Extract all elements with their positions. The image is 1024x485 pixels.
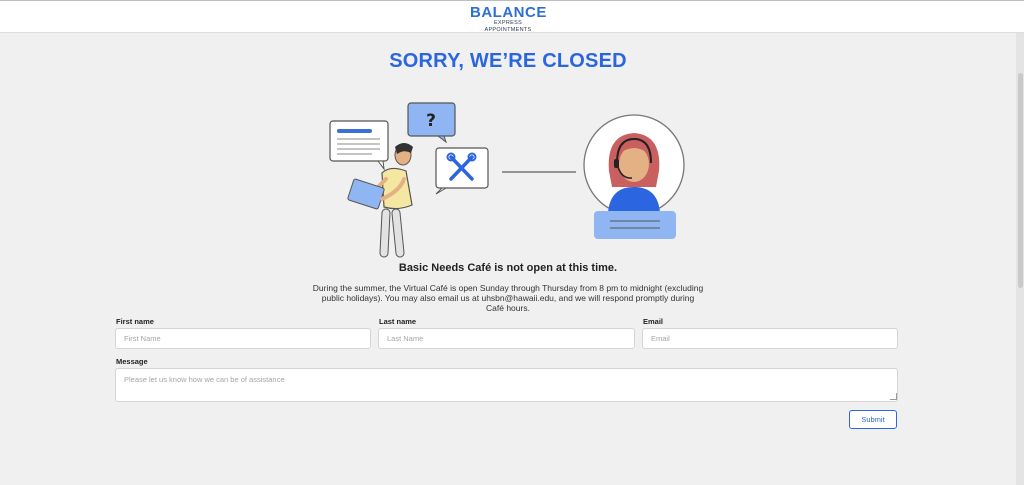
closed-notice-heading: Basic Needs Café is not open at this tim… <box>398 262 618 274</box>
first-name-label: First name <box>116 317 154 326</box>
submit-button[interactable]: Submit <box>849 410 897 429</box>
closed-illustration: ? <box>329 102 685 258</box>
page-scrollbar[interactable] <box>1016 33 1024 485</box>
tools-icon <box>435 147 489 195</box>
logo-tagline: EXPRESS APPOINTMENTS <box>484 20 532 33</box>
top-bar: BALANCE EXPRESS APPOINTMENTS <box>0 0 1024 33</box>
last-name-field[interactable] <box>378 328 635 349</box>
chat-bubble-icon <box>329 120 389 171</box>
balance-logo[interactable]: BALANCE EXPRESS APPOINTMENTS <box>470 5 546 34</box>
email-label: Email <box>643 317 664 326</box>
page-title: SORRY, WE’RE CLOSED <box>389 50 627 72</box>
first-name-field[interactable] <box>115 328 371 349</box>
svg-text:?: ? <box>426 111 436 131</box>
hours-description: During the summer, the Virtual Café is o… <box>312 283 704 313</box>
message-field[interactable] <box>115 368 898 402</box>
resize-handle-icon[interactable] <box>890 393 897 400</box>
support-agent-icon <box>583 114 685 239</box>
scrollbar-thumb[interactable] <box>1018 73 1023 288</box>
message-label: Message <box>116 357 148 366</box>
email-field[interactable] <box>642 328 898 349</box>
logo-wordmark: BALANCE <box>470 4 547 21</box>
question-mark-icon: ? <box>407 102 456 144</box>
last-name-label: Last name <box>379 317 417 326</box>
